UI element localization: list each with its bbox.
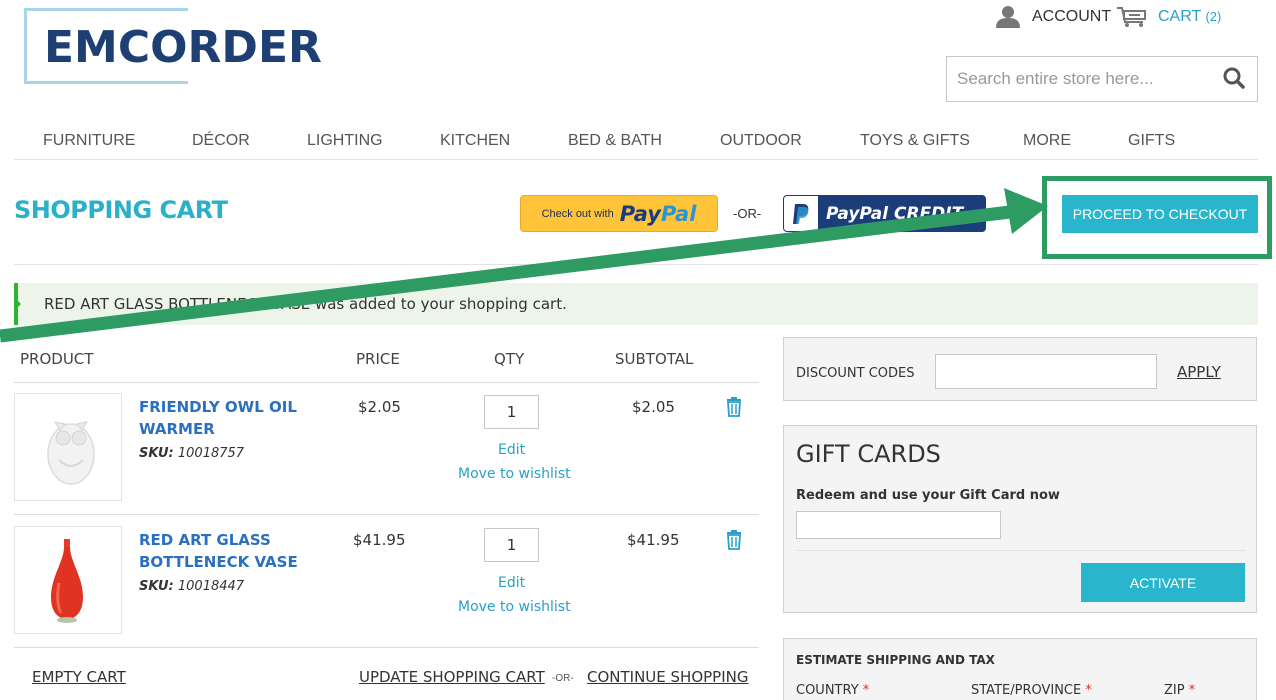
activate-button[interactable]: ACTIVATE [1081,563,1245,602]
gift-cards-panel: GIFT CARDS Redeem and use your Gift Card… [783,425,1257,613]
search-input[interactable] [947,57,1207,101]
row-divider [14,382,759,383]
gift-card-input[interactable] [796,511,1001,539]
logo-text-order: ORDER [150,22,322,73]
nav-item-furniture[interactable]: FURNITURE [43,132,135,150]
user-icon [996,6,1020,28]
paypal-checkout-button[interactable]: Check out with PayPal [520,195,718,232]
search-box [946,56,1258,102]
sku-label: SKU: [139,446,174,461]
account-label: ACCOUNT [1032,8,1112,25]
product-name-link[interactable]: RED ART GLASS BOTTLENECK VASE [139,529,319,573]
or-separator: -OR- [552,673,574,684]
update-cart-link[interactable]: UPDATE SHOPPING CART [359,668,545,686]
continue-shopping-link[interactable]: CONTINUE SHOPPING [587,668,749,686]
required-mark: * [862,683,870,698]
shipping-panel: ESTIMATE SHIPPING AND TAX COUNTRY * STAT… [783,638,1257,700]
country-label: COUNTRY * [796,683,869,698]
success-message: RED ART GLASS BOTTLENECK VASE was added … [14,283,1258,325]
product-price: $41.95 [353,531,406,549]
cart-link[interactable]: CART (2) [1116,6,1221,28]
discount-code-input[interactable] [935,354,1157,389]
divider [14,264,1258,265]
page-title: SHOPPING CART [14,196,228,224]
nav-item-outdoor[interactable]: OUTDOOR [720,132,802,150]
success-message-text: RED ART GLASS BOTTLENECK VASE was added … [44,295,567,313]
red-vase-image [51,539,83,623]
state-label: STATE/PROVINCE * [971,683,1092,698]
product-thumbnail-owl[interactable] [14,393,122,501]
cart-icon [1117,7,1146,27]
paypal-credit-label: PayPal CREDIT [826,203,964,224]
sku-value: 10018447 [177,579,245,594]
row-divider [14,514,759,515]
product-price: $2.05 [358,398,401,416]
success-marker-icon [14,297,21,311]
discount-codes-label: DISCOUNT CODES [796,366,915,381]
divider [796,550,1246,551]
paypal-logo-pal: Pal [661,201,697,226]
paypal-logo-pay: Pay [619,201,661,226]
country-label-text: COUNTRY [796,683,859,698]
store-logo[interactable]: EMCORDER [24,8,364,92]
paypal-logo: PayPal [620,202,697,226]
product-sku: SKU: 10018447 [139,579,244,594]
nav-item-gifts[interactable]: GIFTS [1128,132,1175,150]
product-name-link[interactable]: FRIENDLY OWL OIL WARMER [139,396,319,440]
trash-icon[interactable] [726,397,742,417]
state-label-text: STATE/PROVINCE [971,683,1082,698]
product-subtotal: $2.05 [632,398,675,416]
trash-icon[interactable] [726,530,742,550]
apply-discount-link[interactable]: APPLY [1177,363,1221,381]
column-header-qty: QTY [494,350,525,368]
gift-cards-title: GIFT CARDS [796,440,941,468]
cart-count: (2) [1205,9,1222,24]
product-sku: SKU: 10018757 [139,446,244,461]
required-mark: * [1188,683,1196,698]
row-divider [14,647,759,648]
zip-label-text: ZIP [1164,683,1185,698]
proceed-to-checkout-button[interactable]: PROCEED TO CHECKOUT [1062,195,1258,233]
nav-item-lighting[interactable]: LIGHTING [307,132,383,150]
sku-value: 10018757 [177,446,245,461]
move-to-wishlist-link[interactable]: Move to wishlist [458,466,571,482]
product-subtotal: $41.95 [627,531,680,549]
edit-link[interactable]: Edit [498,442,525,458]
zip-label: ZIP * [1164,683,1195,698]
edit-link[interactable]: Edit [498,575,525,591]
discount-panel: DISCOUNT CODES APPLY [783,337,1257,401]
logo-text: EMCORDER [44,22,322,73]
nav-item-toys-gifts[interactable]: TOYS & GIFTS [860,132,970,150]
paypal-small-text: Check out with [541,207,614,220]
column-header-subtotal: SUBTOTAL [615,350,694,368]
nav-item-decor[interactable]: DÉCOR [192,132,250,150]
column-header-price: PRICE [356,350,400,368]
owl-warmer-image [47,421,95,485]
search-icon[interactable] [1223,67,1245,89]
paypal-credit-button[interactable]: PayPal CREDIT [783,195,986,232]
cart-label: CART (2) [1158,8,1221,26]
paypal-p-icon [784,196,818,231]
main-nav: FURNITURE DÉCOR LIGHTING KITCHEN BED & B… [14,122,1258,160]
shipping-title: ESTIMATE SHIPPING AND TAX [796,653,995,667]
quantity-input[interactable] [484,395,539,429]
or-separator: -OR- [733,206,762,221]
logo-text-emc: EMC [44,22,151,73]
empty-cart-link[interactable]: EMPTY CART [32,668,126,686]
account-link[interactable]: ACCOUNT [994,6,1111,28]
column-header-product: PRODUCT [20,350,94,368]
nav-item-more[interactable]: MORE [1023,132,1071,150]
sku-label: SKU: [139,579,174,594]
cart-label-text: CART [1158,8,1201,25]
required-mark: * [1085,683,1092,698]
move-to-wishlist-link[interactable]: Move to wishlist [458,599,571,615]
nav-item-kitchen[interactable]: KITCHEN [440,132,510,150]
quantity-input[interactable] [484,528,539,562]
nav-item-bed-bath[interactable]: BED & BATH [568,132,662,150]
gift-cards-subtitle: Redeem and use your Gift Card now [796,488,1060,503]
product-thumbnail-vase[interactable] [14,526,122,634]
